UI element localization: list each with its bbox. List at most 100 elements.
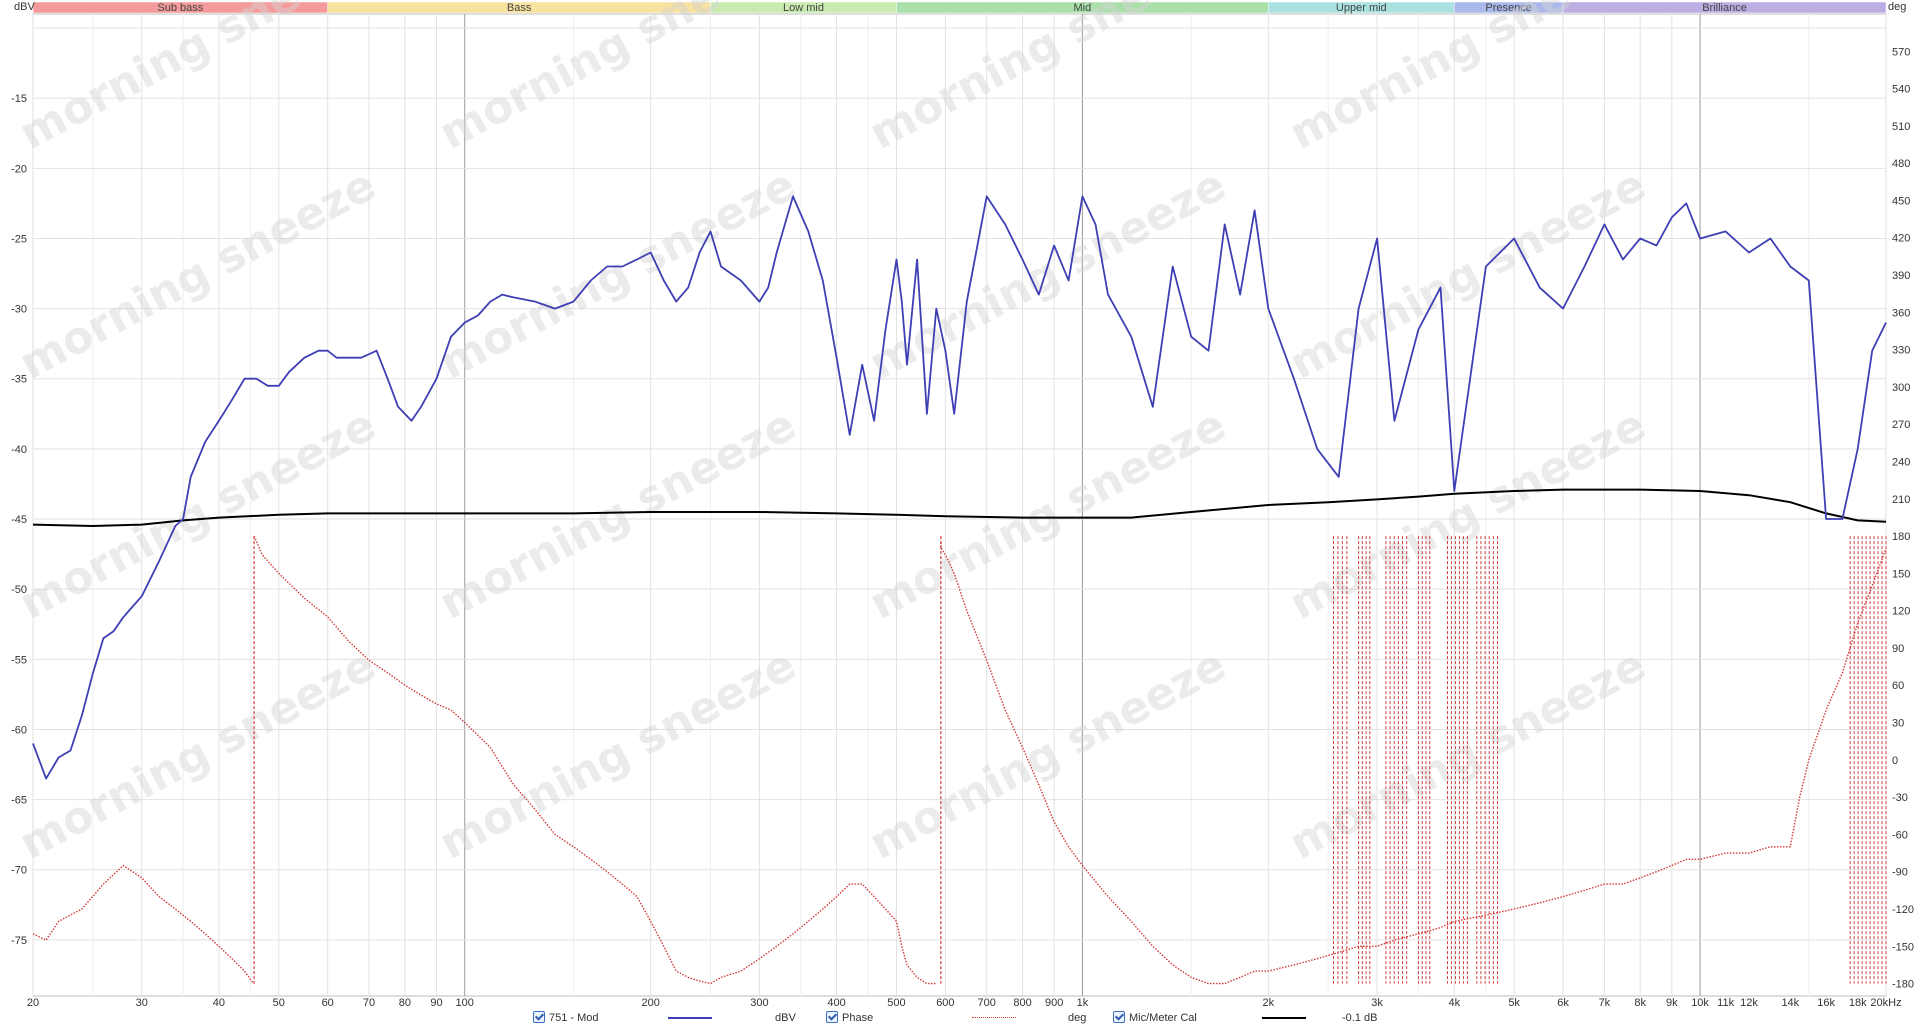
legend-item-mic-meter-cal[interactable]: Mic/Meter Cal: [1113, 1010, 1197, 1026]
watermark-text: morning sneeze: [861, 159, 1234, 389]
watermark: morning sneezemorning sneezemorning snee…: [11, 0, 1654, 870]
x-tick-label: 12k: [1740, 997, 1758, 1009]
band-label: Bass: [507, 2, 532, 14]
frequency-response-chart: Sub bass Bass Low mid Mid Upper mid Presence B…: [11, 0, 1914, 1009]
right-tick-label: 270: [1892, 419, 1910, 431]
watermark-text: morning sneeze: [1281, 159, 1654, 389]
checkbox-icon[interactable]: [826, 1011, 838, 1023]
right-tick-label: 570: [1892, 46, 1910, 58]
x-tick-label: 14k: [1781, 997, 1799, 1009]
x-tick-label: 4k: [1448, 997, 1460, 1009]
x-tick-label: 100: [456, 997, 474, 1009]
right-tick-label: 120: [1892, 606, 1910, 618]
right-axis: deg 570540510480450420390360330300270240…: [1888, 1, 1914, 991]
watermark-text: morning sneeze: [431, 639, 804, 869]
right-tick-label: 480: [1892, 158, 1910, 170]
x-tick-label: 700: [978, 997, 996, 1009]
right-tick-label: 300: [1892, 382, 1910, 394]
x-tick-label: 20: [27, 997, 39, 1009]
right-axis-unit: deg: [1888, 1, 1906, 13]
right-tick-label: 240: [1892, 456, 1910, 468]
right-tick-label: -30: [1892, 792, 1908, 804]
x-tick-label: 400: [827, 997, 845, 1009]
left-tick-label: -20: [11, 163, 27, 175]
x-axis: 20 30 40 50 60 70 80 90 100 200 300 400 500 600 700 800…: [27, 997, 1902, 1009]
watermark-text: morning sneeze: [1281, 0, 1654, 160]
legend: 751 - Mod dBV Phase deg Mic/Meter Cal -0…: [0, 1010, 1920, 1026]
left-tick-label: -35: [11, 374, 27, 386]
x-tick-label: 7k: [1599, 997, 1611, 1009]
x-tick-label: 16k: [1817, 997, 1835, 1009]
x-tick-label: 9k: [1666, 997, 1678, 1009]
right-tick-label: 360: [1892, 307, 1910, 319]
checkbox-icon[interactable]: [1113, 1011, 1125, 1023]
legend-unit: deg: [1068, 1012, 1087, 1024]
right-tick-label: 60: [1892, 680, 1904, 692]
watermark-text: morning sneeze: [861, 0, 1234, 160]
legend-swatch-phase: [972, 1017, 1016, 1018]
left-tick-label: -55: [11, 654, 27, 666]
x-tick-label: 20kHz: [1870, 997, 1901, 1009]
series-line-phase: [32, 535, 1887, 985]
right-tick-label: 30: [1892, 718, 1904, 730]
right-tick-label: 420: [1892, 233, 1910, 245]
right-tick-label: 390: [1892, 270, 1910, 282]
legend-swatch-mic-meter-cal: [1262, 1017, 1306, 1019]
left-tick-label: -70: [11, 865, 27, 877]
left-tick-label: -65: [11, 795, 27, 807]
legend-item-751-mod[interactable]: 751 - Mod: [533, 1010, 599, 1026]
right-tick-label: -60: [1892, 829, 1908, 841]
x-tick-label: 70: [363, 997, 375, 1009]
watermark-text: morning sneeze: [1281, 399, 1654, 629]
x-tick-label: 30: [136, 997, 148, 1009]
right-tick-label: -120: [1892, 904, 1914, 916]
right-tick-label: 330: [1892, 345, 1910, 357]
band-label: Brilliance: [1702, 2, 1747, 14]
x-tick-label: 3k: [1371, 997, 1383, 1009]
x-tick-label: 60: [322, 997, 334, 1009]
x-tick-label: 200: [641, 997, 659, 1009]
band-label: Low mid: [783, 2, 824, 14]
left-tick-label: -30: [11, 304, 27, 316]
right-tick-label: 540: [1892, 84, 1910, 96]
left-tick-label: -50: [11, 584, 27, 596]
x-tick-label: 500: [887, 997, 905, 1009]
left-tick-label: -25: [11, 233, 27, 245]
x-tick-label: 900: [1045, 997, 1063, 1009]
x-tick-label: 6k: [1557, 997, 1569, 1009]
left-tick-label: -40: [11, 444, 27, 456]
watermark-text: morning sneeze: [431, 399, 804, 629]
grid: [32, 13, 1887, 997]
x-tick-label: 5k: [1508, 997, 1520, 1009]
legend-item-phase[interactable]: Phase: [826, 1010, 873, 1026]
x-tick-label: 18k: [1849, 997, 1867, 1009]
right-tick-label: -90: [1892, 867, 1908, 879]
x-tick-label: 80: [399, 997, 411, 1009]
right-tick-label: 510: [1892, 121, 1910, 133]
legend-label: Phase: [842, 1012, 874, 1024]
legend-label: 751 - Mod: [549, 1012, 599, 1024]
band-label: Upper mid: [1336, 2, 1387, 14]
left-axis-unit: dBV: [14, 1, 35, 13]
right-tick-label: -150: [1892, 941, 1914, 953]
x-tick-label: 1k: [1077, 997, 1089, 1009]
band-label: Sub bass: [157, 2, 203, 14]
right-tick-label: 90: [1892, 643, 1904, 655]
plot-frame: [32, 13, 1887, 997]
right-tick-label: 180: [1892, 531, 1910, 543]
right-tick-label: 150: [1892, 568, 1910, 580]
left-tick-label: -15: [11, 93, 27, 105]
legend-swatch-751-mod: [668, 1017, 712, 1019]
left-tick-label: -75: [11, 935, 27, 947]
x-tick-label: 600: [936, 997, 954, 1009]
right-tick-label: 210: [1892, 494, 1910, 506]
checkbox-icon[interactable]: [533, 1011, 545, 1023]
x-tick-label: 40: [213, 997, 225, 1009]
legend-label: Mic/Meter Cal: [1129, 1012, 1197, 1024]
series-line-mic-meter-cal: [32, 488, 1887, 528]
x-tick-label: 11k: [1717, 997, 1734, 1009]
x-tick-label: 2k: [1263, 997, 1275, 1009]
left-tick-label: -60: [11, 724, 27, 736]
x-tick-label: 10k: [1691, 997, 1709, 1009]
x-tick-label: 8k: [1634, 997, 1646, 1009]
